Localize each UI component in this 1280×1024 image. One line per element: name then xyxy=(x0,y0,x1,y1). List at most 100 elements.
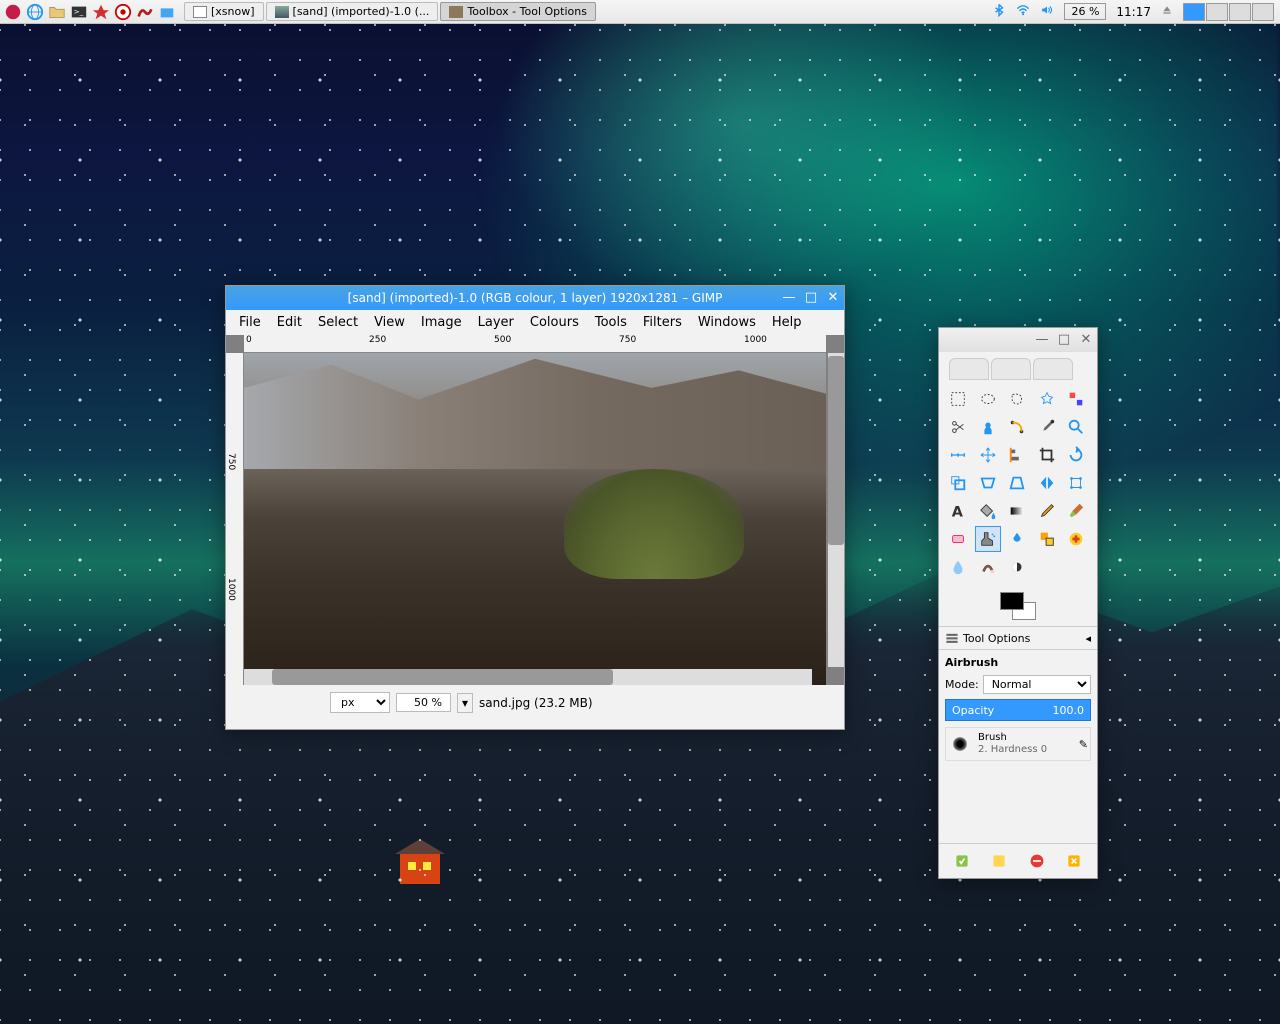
workspace-1[interactable] xyxy=(1183,3,1205,21)
taskbar-task-xsnow[interactable]: [xsnow] xyxy=(184,2,264,21)
eject-icon[interactable] xyxy=(1161,4,1173,19)
minimize-button[interactable]: — xyxy=(782,291,796,305)
app-icon-1[interactable] xyxy=(92,3,110,21)
tool-flip[interactable] xyxy=(1034,470,1060,496)
taskbar-task-gimp-toolbox[interactable]: Toolbox - Tool Options xyxy=(440,2,596,21)
tool-pencil[interactable] xyxy=(1034,498,1060,524)
tool-rect-select[interactable] xyxy=(945,386,971,412)
workspace-4[interactable] xyxy=(1252,3,1274,21)
reset-preset-icon[interactable] xyxy=(1063,850,1085,872)
menu-filters[interactable]: Filters xyxy=(636,313,689,332)
close-button[interactable]: ✕ xyxy=(826,291,840,305)
app-icon-3[interactable] xyxy=(136,3,154,21)
tool-crop[interactable] xyxy=(1034,442,1060,468)
tool-airbrush[interactable] xyxy=(975,526,1001,552)
terminal-icon[interactable]: >_ xyxy=(70,3,88,21)
restore-preset-icon[interactable] xyxy=(988,850,1010,872)
app-icon-2[interactable] xyxy=(114,3,132,21)
tool-paintbrush[interactable] xyxy=(1063,498,1089,524)
menu-colours[interactable]: Colours xyxy=(523,313,586,332)
tool-foreground-select[interactable] xyxy=(975,414,1001,440)
toolbox-tab[interactable] xyxy=(949,358,989,380)
tool-rotate[interactable] xyxy=(1063,442,1089,468)
horizontal-scrollbar[interactable] xyxy=(244,669,812,685)
menu-help[interactable]: Help xyxy=(765,313,809,332)
tool-options-header[interactable]: Tool Options ◂ xyxy=(939,626,1097,650)
horizontal-ruler[interactable]: 0 250 500 750 1000 xyxy=(244,335,826,353)
titlebar[interactable]: — □ ✕ xyxy=(939,328,1097,352)
tool-heal[interactable] xyxy=(1063,526,1089,552)
unit-selector[interactable]: px xyxy=(330,692,390,713)
opacity-slider[interactable]: Opacity 100.0 xyxy=(945,699,1091,721)
toolbox-tab[interactable] xyxy=(1033,358,1073,380)
tool-perspective[interactable] xyxy=(1004,470,1030,496)
tool-options-body: Airbrush Mode: Normal Opacity 100.0 Brus… xyxy=(939,650,1097,767)
maximize-button[interactable]: □ xyxy=(1057,333,1071,347)
delete-preset-icon[interactable] xyxy=(1026,850,1048,872)
zoom-dropdown-icon[interactable]: ▾ xyxy=(457,693,473,713)
tool-color-select[interactable] xyxy=(1063,386,1089,412)
web-browser-icon[interactable] xyxy=(26,3,44,21)
toolbox-tab[interactable] xyxy=(991,358,1031,380)
tool-ink[interactable] xyxy=(1004,526,1030,552)
tool-measure[interactable] xyxy=(945,442,971,468)
tool-blend[interactable] xyxy=(1004,498,1030,524)
app-icon-4[interactable] xyxy=(158,3,176,21)
tool-bucket-fill[interactable] xyxy=(975,498,1001,524)
tool-free-select[interactable] xyxy=(1004,386,1030,412)
file-manager-icon[interactable] xyxy=(48,3,66,21)
tool-smudge[interactable] xyxy=(975,554,1001,580)
tool-scale[interactable] xyxy=(945,470,971,496)
tool-clone[interactable] xyxy=(1034,526,1060,552)
ruler-tick: 0 xyxy=(246,335,252,345)
menu-select[interactable]: Select xyxy=(311,313,365,332)
tool-eraser[interactable] xyxy=(945,526,971,552)
tool-fuzzy-select[interactable] xyxy=(1034,386,1060,412)
image-canvas[interactable] xyxy=(244,353,826,685)
save-preset-icon[interactable] xyxy=(951,850,973,872)
menu-view[interactable]: View xyxy=(367,313,412,332)
tool-align[interactable] xyxy=(1004,442,1030,468)
tool-text[interactable]: A xyxy=(945,498,971,524)
brush-selector[interactable]: Brush 2. Hardness 0 ✎ xyxy=(945,727,1091,761)
bluetooth-icon[interactable] xyxy=(992,3,1006,20)
tool-zoom[interactable] xyxy=(1063,414,1089,440)
color-swatches[interactable] xyxy=(1000,592,1036,620)
menu-edit[interactable]: Edit xyxy=(270,313,309,332)
menu-layer[interactable]: Layer xyxy=(471,313,521,332)
tool-shear[interactable] xyxy=(975,470,1001,496)
menu-image[interactable]: Image xyxy=(414,313,469,332)
volume-icon[interactable] xyxy=(1040,3,1054,20)
zoom-input[interactable] xyxy=(396,693,451,712)
taskbar-task-gimp-image[interactable]: [sand] (imported)-1.0 (... xyxy=(266,2,439,21)
wifi-icon[interactable] xyxy=(1016,3,1030,20)
tool-color-picker[interactable] xyxy=(1034,414,1060,440)
tool-paths[interactable] xyxy=(1004,414,1030,440)
battery-indicator[interactable]: 26 % xyxy=(1064,3,1106,20)
workspace-switcher xyxy=(1183,3,1274,21)
menu-icon[interactable] xyxy=(4,3,22,21)
minimize-button[interactable]: — xyxy=(1035,333,1049,347)
vertical-ruler[interactable]: 750 1000 xyxy=(226,353,244,685)
options-menu-icon[interactable]: ◂ xyxy=(1085,632,1091,645)
workspace-3[interactable] xyxy=(1229,3,1251,21)
menu-tools[interactable]: Tools xyxy=(588,313,634,332)
mode-select[interactable]: Normal xyxy=(983,675,1091,694)
clock[interactable]: 11:17 xyxy=(1116,5,1151,19)
tool-move[interactable] xyxy=(975,442,1001,468)
vertical-scrollbar[interactable] xyxy=(828,353,844,667)
close-button[interactable]: ✕ xyxy=(1079,333,1093,347)
brush-edit-icon[interactable]: ✎ xyxy=(1079,738,1088,751)
tool-cage[interactable] xyxy=(1063,470,1089,496)
maximize-button[interactable]: □ xyxy=(804,291,818,305)
tool-ellipse-select[interactable] xyxy=(975,386,1001,412)
workspace-2[interactable] xyxy=(1206,3,1228,21)
tool-blur[interactable] xyxy=(945,554,971,580)
foreground-color[interactable] xyxy=(1000,592,1024,610)
titlebar[interactable]: [sand] (imported)-1.0 (RGB colour, 1 lay… xyxy=(226,286,844,310)
tool-dodge[interactable] xyxy=(1004,554,1030,580)
menu-file[interactable]: File xyxy=(232,313,268,332)
tool-scissors[interactable] xyxy=(945,414,971,440)
menu-windows[interactable]: Windows xyxy=(691,313,763,332)
toolbox-tabs xyxy=(939,352,1097,380)
